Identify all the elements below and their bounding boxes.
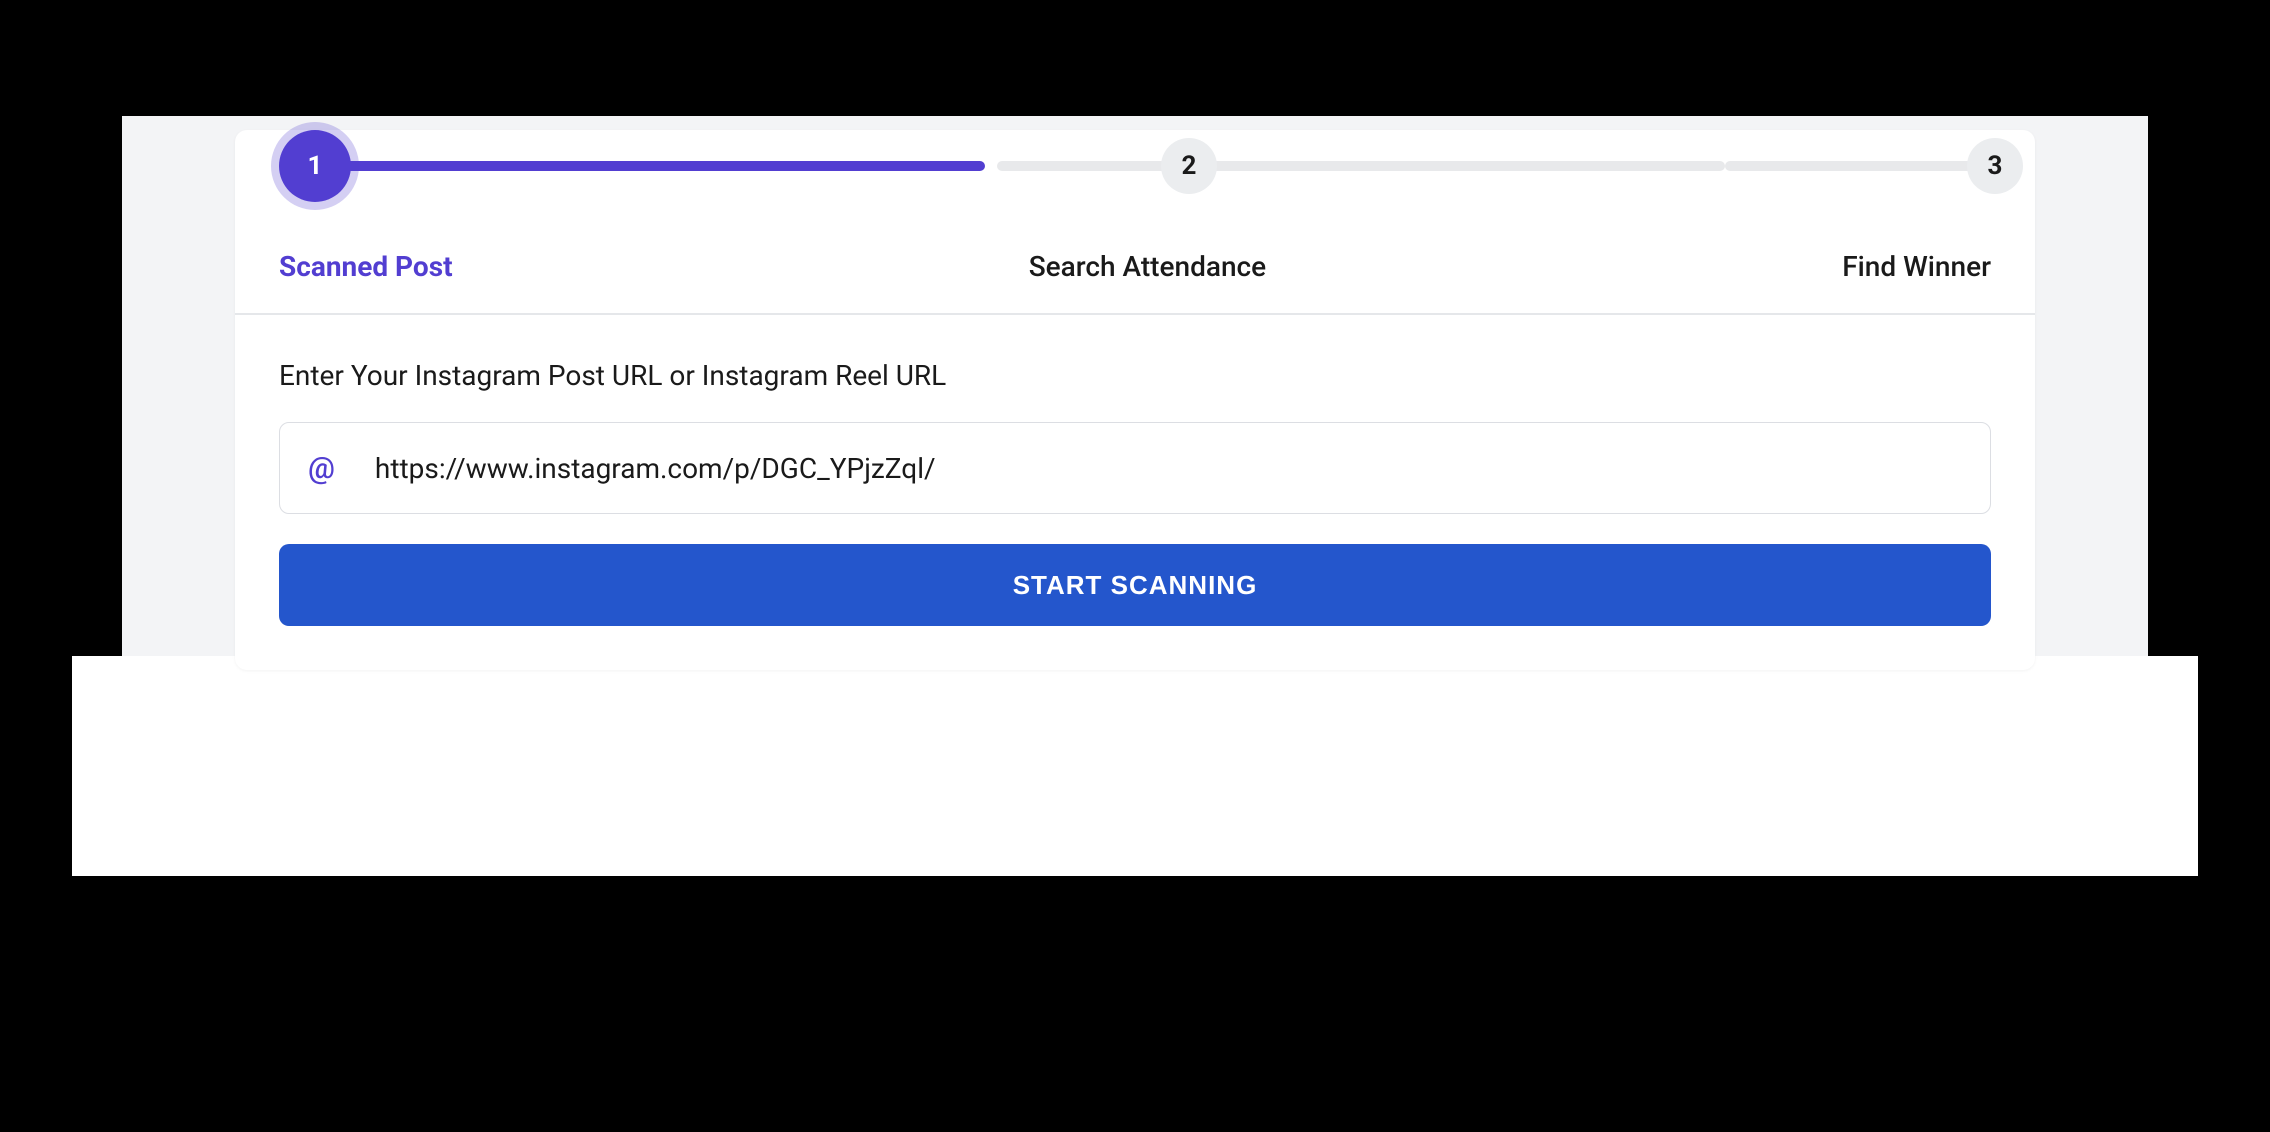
- step-label-scanned-post: Scanned Post: [279, 250, 453, 283]
- form-section: Enter Your Instagram Post URL or Instagr…: [235, 315, 2035, 670]
- wizard-card: 1 2 3 Scanned Post Search Attendance Fin…: [235, 130, 2035, 670]
- step-label-find-winner: Find Winner: [1842, 250, 1991, 283]
- stepper-line-active: [315, 161, 985, 171]
- step-circle-3[interactable]: 3: [1967, 138, 2023, 194]
- stepper-line-inactive: [1725, 161, 1995, 171]
- step-label-search-attendance: Search Attendance: [453, 250, 1843, 283]
- step-labels: Scanned Post Search Attendance Find Winn…: [235, 202, 2035, 313]
- at-icon: @: [308, 451, 335, 486]
- stepper-line-inactive: [997, 161, 1725, 171]
- start-scanning-button[interactable]: START SCANNING: [279, 544, 1991, 626]
- bottom-white-block: [72, 656, 2198, 876]
- page-container: 1 2 3 Scanned Post Search Attendance Fin…: [122, 116, 2148, 876]
- url-input-wrap[interactable]: @: [279, 422, 1991, 514]
- url-input-label: Enter Your Instagram Post URL or Instagr…: [279, 359, 1991, 392]
- step-circle-2[interactable]: 2: [1161, 138, 1217, 194]
- url-input[interactable]: [375, 452, 1962, 485]
- stepper: 1 2 3: [235, 130, 2035, 202]
- step-circle-1[interactable]: 1: [279, 130, 351, 202]
